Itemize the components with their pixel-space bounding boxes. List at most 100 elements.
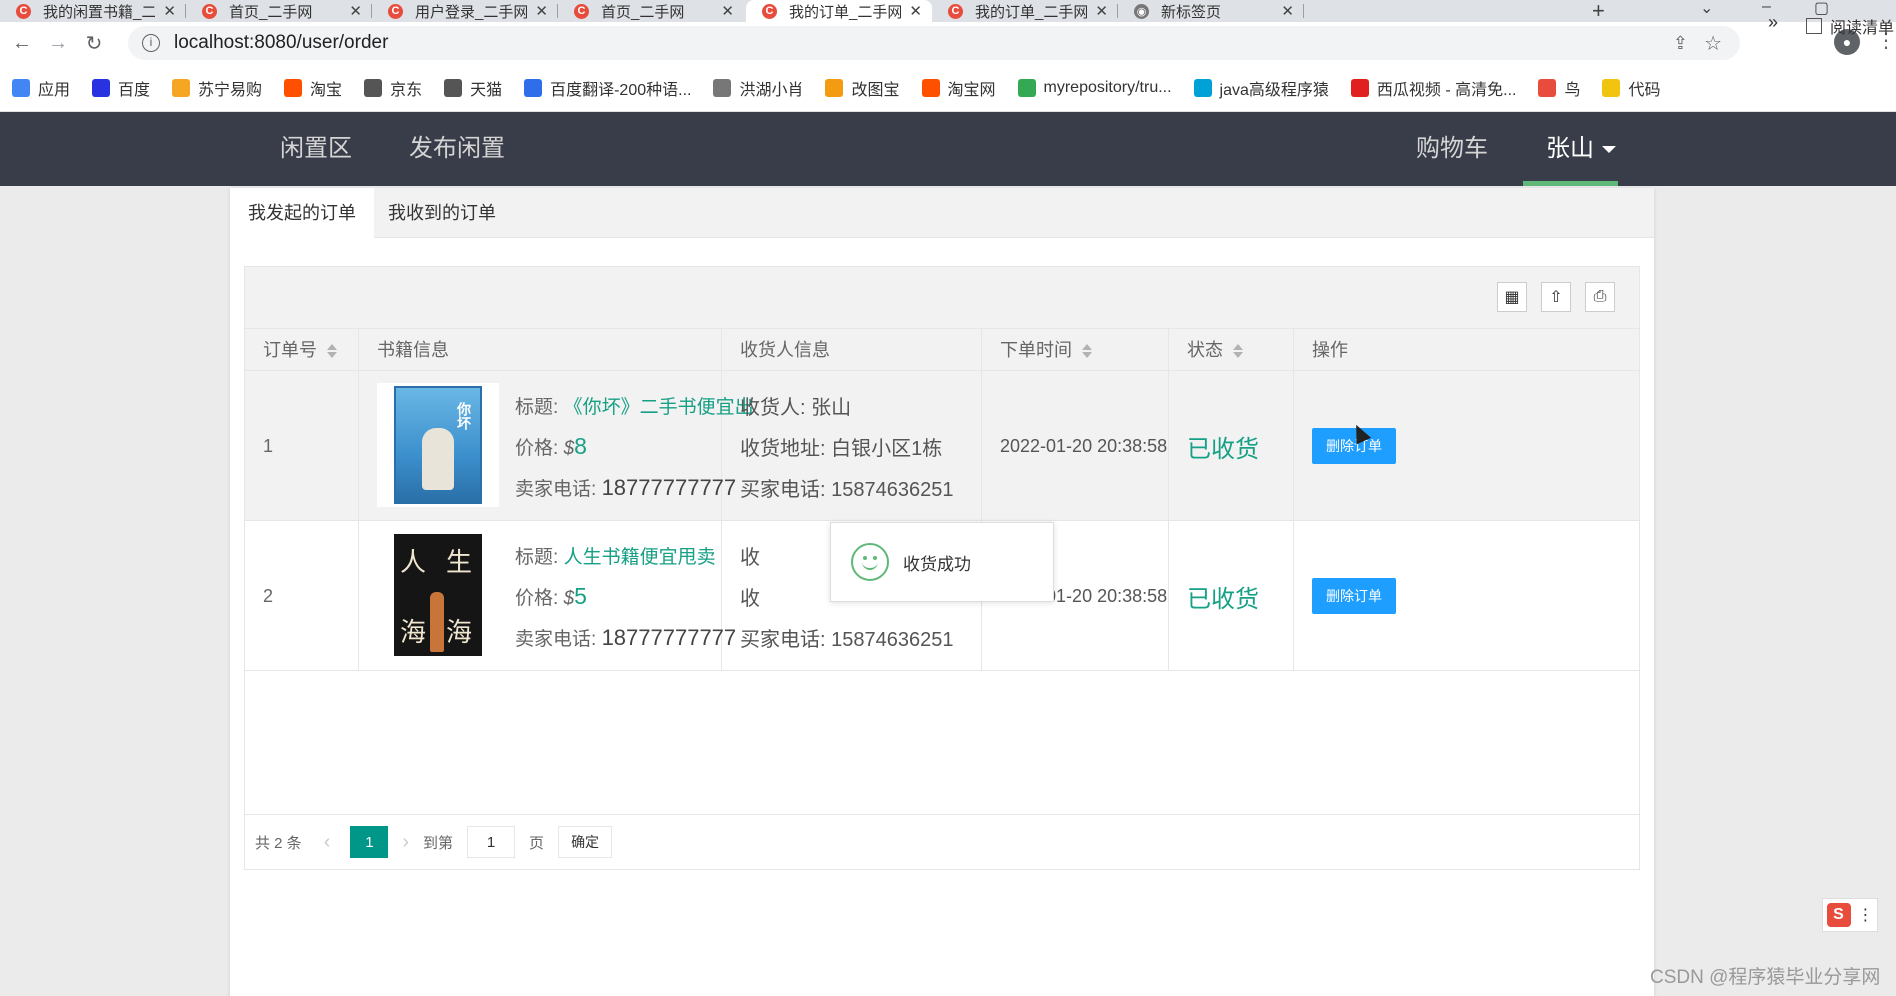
cover-char: 海 (446, 618, 473, 648)
reading-list-label: 阅读清单 (1830, 20, 1895, 37)
price-label: 价格: (515, 437, 559, 459)
bookmark-item[interactable]: 百度 (92, 76, 150, 100)
header-label: 书籍信息 (377, 340, 449, 360)
url-text[interactable]: localhost:8080/user/order (174, 32, 388, 54)
close-icon[interactable]: ✕ (535, 2, 548, 20)
close-icon[interactable]: ✕ (1095, 2, 1108, 20)
seller-label: 卖家电话: (515, 478, 597, 500)
seller-phone: 18777777777 (601, 624, 737, 650)
nav-user-menu[interactable]: 张山 (1546, 112, 1616, 186)
close-icon[interactable]: ✕ (163, 2, 176, 20)
share-icon[interactable]: ⇪ (1673, 33, 1688, 54)
browser-tab[interactable]: C 我的闲置书籍_二手网 ✕ (0, 0, 186, 22)
bookmark-item[interactable]: 代码 (1602, 76, 1661, 100)
bookmark-star-icon[interactable]: ☆ (1704, 31, 1722, 56)
bookmark-item[interactable]: myrepository/tru... (1017, 78, 1172, 97)
browser-tab[interactable]: C 用户登录_二手网 ✕ (372, 0, 558, 22)
col-order-time[interactable]: 下单时间 (982, 329, 1169, 371)
more-icon[interactable]: ⋮ (1858, 905, 1874, 925)
input-method-widget[interactable]: S ⋮ (1822, 898, 1878, 932)
tab-search-icon[interactable]: ⌄ (1700, 0, 1713, 18)
reading-list[interactable]: 阅读清单 (1806, 14, 1894, 38)
bookmark-item[interactable]: 鸟 (1538, 76, 1580, 100)
title-label: 标题: (515, 396, 559, 418)
order-time: 2022-01-20 20:38:58 (1000, 435, 1168, 456)
delete-order-button[interactable]: 删除订单 (1312, 578, 1396, 614)
browser-tab[interactable]: ◉ 新标签页 ✕ (1118, 0, 1304, 22)
reload-icon[interactable]: ↻ (80, 31, 108, 56)
address-bar[interactable]: i localhost:8080/user/order ⇪ ☆ (128, 26, 1740, 60)
new-tab-icon[interactable]: + (1592, 0, 1605, 24)
col-status[interactable]: 状态 (1169, 329, 1294, 371)
browser-tab-active[interactable]: C 我的订单_二手网 ✕ (746, 0, 932, 22)
bookmark-item[interactable]: 京东 (364, 76, 422, 100)
csdn-icon: C (202, 3, 217, 19)
bookmarks-more-icon[interactable]: » (1768, 12, 1778, 33)
sort-icon[interactable] (1082, 344, 1092, 359)
sort-icon[interactable] (327, 344, 337, 359)
cell-book-info: 人 生 海 海 标题: 人生书籍便宜甩卖 价格: $5 卖家电话: 187777… (359, 521, 736, 671)
bookmark-icon (364, 78, 383, 97)
bookmark-icon (284, 78, 303, 97)
prev-page-icon[interactable]: ‹ (324, 831, 331, 854)
bookmark-item[interactable]: 改图宝 (825, 76, 900, 100)
tab-title: 首页_二手网 (229, 3, 313, 21)
caret-down-icon (1602, 146, 1616, 154)
print-icon[interactable]: ⎙ (1585, 282, 1615, 312)
page-number-input[interactable] (467, 826, 516, 858)
browser-tab[interactable]: C 首页_二手网 ✕ (186, 0, 372, 22)
close-icon[interactable]: ✕ (1281, 2, 1294, 20)
current-page[interactable]: 1 (350, 826, 389, 858)
book-cover[interactable]: 人 生 海 海 (377, 533, 499, 657)
close-icon[interactable]: ✕ (909, 2, 922, 20)
bookmark-icon (92, 78, 111, 97)
book-title-link[interactable]: 人生书籍便宜甩卖 (564, 547, 716, 568)
bookmark-label: 苏宁易购 (198, 81, 263, 99)
smiley-icon (851, 543, 889, 581)
browser-tab[interactable]: C 我的订单_二手网 ✕ (932, 0, 1118, 22)
bookmark-item[interactable]: 苏宁易购 (172, 76, 262, 100)
site-info-icon[interactable]: i (142, 34, 160, 52)
cover-char: 海 (400, 618, 427, 648)
sogou-icon: S (1826, 903, 1851, 927)
confirm-page-button[interactable]: 确定 (558, 826, 613, 858)
nav-cart[interactable]: 购物车 (1416, 112, 1488, 186)
next-page-icon[interactable]: › (402, 831, 409, 854)
bookmark-item[interactable]: 淘宝 (284, 76, 342, 100)
sort-icon[interactable] (1233, 344, 1243, 359)
tab-received-orders[interactable]: 我收到的订单 (370, 188, 514, 238)
total-count: 共 2 条 (255, 834, 302, 852)
close-icon[interactable]: ✕ (721, 2, 734, 20)
cell-order-id: 1 (245, 371, 359, 521)
address-toolbar: ← → ↻ i localhost:8080/user/order ⇪ ☆ ● … (0, 22, 1896, 64)
bookmark-item[interactable]: 应用 (12, 76, 70, 100)
close-icon[interactable]: ✕ (349, 2, 362, 20)
columns-filter-icon[interactable]: ▦ (1497, 282, 1527, 312)
cover-char: 人 (400, 548, 427, 578)
header-label: 收货人信息 (740, 340, 830, 360)
nav-publish[interactable]: 发布闲置 (409, 112, 505, 186)
forward-icon[interactable]: → (44, 32, 72, 55)
bookmark-label: 京东 (390, 81, 423, 99)
tab-my-orders[interactable]: 我发起的订单 (230, 188, 374, 239)
back-icon[interactable]: ← (8, 32, 36, 55)
bookmark-item[interactable]: java高级程序猿 (1193, 76, 1329, 100)
bookmarks-bar: 应用 百度 苏宁易购 淘宝 京东 天猫 百度翻译-200种语... 洪湖小肖 改图宝 淘宝网 myr… (0, 64, 1896, 112)
receiver-name: 收货人: 张山 (740, 396, 852, 419)
browser-tab[interactable]: C 首页_二手网 ✕ (558, 0, 744, 22)
col-order-id[interactable]: 订单号 (245, 329, 359, 371)
bookmark-item[interactable]: 天猫 (444, 76, 502, 100)
bookmark-item[interactable]: 洪湖小肖 (713, 76, 803, 100)
bookmark-item[interactable]: 百度翻译-200种语... (524, 76, 691, 100)
table-row: 1 你坏 标题: 《你坏》二手书便宜出 价格: $8 卖家电话: 1877777… (245, 371, 1639, 521)
bookmark-item[interactable]: 西瓜视频 - 高清免... (1350, 76, 1516, 100)
bookmark-icon (713, 78, 732, 97)
nav-idle-zone[interactable]: 闲置区 (280, 112, 352, 186)
goto-label: 到第 (423, 834, 454, 852)
bookmark-label: 淘宝网 (947, 81, 996, 99)
cell-action: 删除订单 (1294, 371, 1639, 521)
export-icon[interactable]: ⇧ (1541, 282, 1571, 312)
tab-title: 首页_二手网 (601, 3, 685, 21)
book-cover[interactable]: 你坏 (377, 383, 499, 507)
bookmark-item[interactable]: 淘宝网 (921, 76, 996, 100)
